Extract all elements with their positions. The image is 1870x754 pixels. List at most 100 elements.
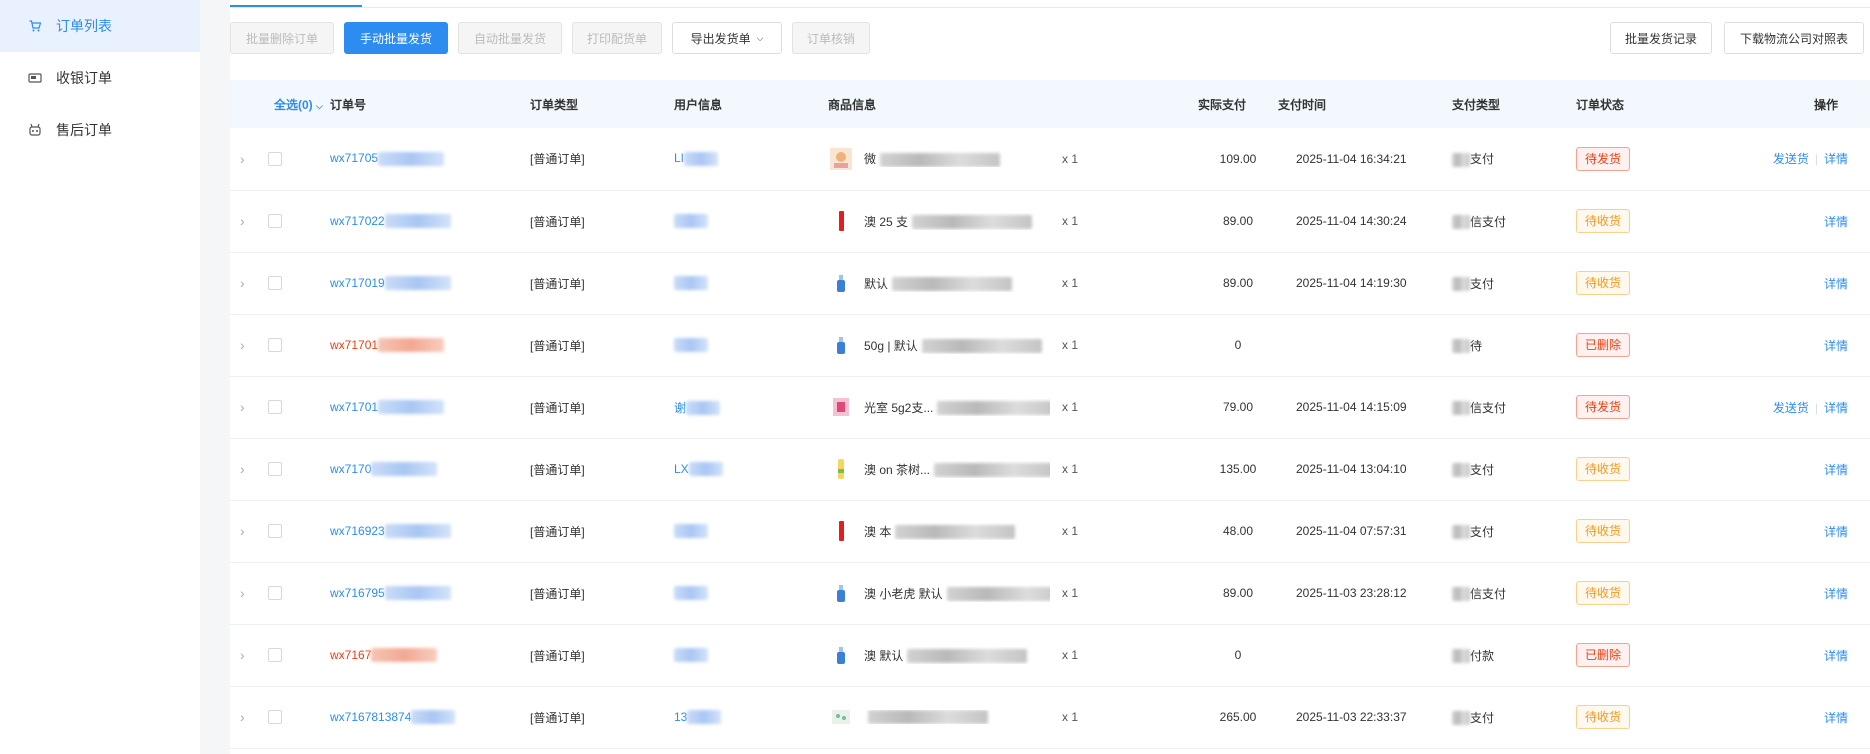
detail-link[interactable]: 详情 <box>1824 339 1848 353</box>
table-row[interactable]: › wx71705 [普通订单] LI 微 x 1 109.00 2025-11-04 16:… <box>230 128 1870 190</box>
order-no-cell[interactable]: wx717022 <box>330 190 530 252</box>
auto-batch-ship-button[interactable]: 自动批量发货 <box>458 22 562 54</box>
table-row[interactable]: › wx716923 [普通订单] 澳 本 x 1 48.00 2025-11-04 07:… <box>230 500 1870 562</box>
table-row[interactable]: › wx717022 [普通订单] 澳 25 支 x 1 89.00 2025-11-04 … <box>230 190 1870 252</box>
order-no-cell[interactable]: wx71701 <box>330 314 530 376</box>
order-no-cell[interactable]: wx717019 <box>330 252 530 314</box>
order-no-link[interactable]: wx717022 <box>330 214 385 228</box>
row-checkbox[interactable] <box>268 462 282 477</box>
row-checkbox[interactable] <box>268 648 282 663</box>
detail-link[interactable]: 详情 <box>1824 463 1848 477</box>
goods-info-cell: 微 x 1 <box>828 128 1198 190</box>
user-info-cell[interactable] <box>674 252 828 314</box>
batch-ship-records-button[interactable]: 批量发货记录 <box>1610 22 1712 54</box>
row-checkbox[interactable] <box>268 276 282 291</box>
row-checkbox[interactable] <box>268 524 282 539</box>
batch-delete-button[interactable]: 批量删除订单 <box>230 22 334 54</box>
row-checkbox[interactable] <box>268 586 282 601</box>
expand-row-toggle[interactable]: › <box>230 128 264 190</box>
order-no-link[interactable]: wx7167813874 <box>330 710 411 724</box>
row-checkbox[interactable] <box>268 400 282 415</box>
expand-row-toggle[interactable]: › <box>230 190 264 252</box>
table-row[interactable]: › wx717019 [普通订单] 默认 x 1 89.00 2025-11-04 14:1… <box>230 252 1870 314</box>
manual-batch-ship-button[interactable]: 手动批量发货 <box>344 22 448 54</box>
expand-row-toggle[interactable]: › <box>230 376 264 438</box>
expand-row-toggle[interactable]: › <box>230 500 264 562</box>
order-no-link[interactable]: wx716923 <box>330 524 385 538</box>
user-info-cell[interactable]: 13 <box>674 686 828 748</box>
sidebar-item-aftersale-orders[interactable]: 售后订单 <box>0 104 200 156</box>
order-no-cell[interactable]: wx7170 <box>330 438 530 500</box>
table-row[interactable]: › wx7170 [普通订单] LX 澳 on 茶树... x 1 135.00 2025-1… <box>230 438 1870 500</box>
row-select-cell[interactable] <box>264 562 330 624</box>
detail-link[interactable]: 详情 <box>1824 525 1848 539</box>
row-checkbox[interactable] <box>268 710 282 725</box>
expand-row-toggle[interactable]: › <box>230 686 264 748</box>
expand-row-toggle[interactable]: › <box>230 252 264 314</box>
expand-row-toggle[interactable]: › <box>230 624 264 686</box>
user-info-cell[interactable]: LX <box>674 438 828 500</box>
expand-row-toggle[interactable]: › <box>230 314 264 376</box>
order-no-link[interactable]: wx7167 <box>330 648 371 662</box>
row-select-cell[interactable] <box>264 438 330 500</box>
order-verify-button[interactable]: 订单核销 <box>792 22 870 54</box>
user-info-cell[interactable] <box>674 314 828 376</box>
row-select-cell[interactable] <box>264 624 330 686</box>
user-info-cell[interactable]: LI <box>674 128 828 190</box>
row-select-cell[interactable] <box>264 686 330 748</box>
user-name-link[interactable]: LI <box>674 151 684 165</box>
row-select-cell[interactable] <box>264 190 330 252</box>
ship-link[interactable]: 发送货 <box>1773 152 1809 166</box>
select-all-dropdown[interactable]: 全选(0) ⌵ <box>264 80 330 128</box>
sidebar-item-cashier-orders[interactable]: 收银订单 <box>0 52 200 104</box>
row-select-cell[interactable] <box>264 500 330 562</box>
user-info-cell[interactable] <box>674 500 828 562</box>
order-no-link[interactable]: wx71701 <box>330 338 378 352</box>
expand-row-toggle[interactable]: › <box>230 438 264 500</box>
row-checkbox[interactable] <box>268 152 282 167</box>
download-logistics-table-button[interactable]: 下载物流公司对照表 <box>1724 22 1864 54</box>
order-no-cell[interactable]: wx71701 <box>330 376 530 438</box>
row-select-cell[interactable] <box>264 128 330 190</box>
print-picking-list-button[interactable]: 打印配货单 <box>572 22 662 54</box>
table-row[interactable]: › wx71701 [普通订单] 谢 光室 5g2支... x 1 79.00 2025-11… <box>230 376 1870 438</box>
table-row[interactable]: › wx716795 [普通订单] 澳 小老虎 默认 x 1 89.00 2025-11-0… <box>230 562 1870 624</box>
row-select-cell[interactable] <box>264 252 330 314</box>
order-no-cell[interactable]: wx71705 <box>330 128 530 190</box>
user-info-cell[interactable] <box>674 624 828 686</box>
detail-link[interactable]: 详情 <box>1824 649 1848 663</box>
user-info-cell[interactable]: 谢 <box>674 376 828 438</box>
order-no-cell[interactable]: wx7167 <box>330 624 530 686</box>
user-info-cell[interactable] <box>674 562 828 624</box>
detail-link[interactable]: 详情 <box>1824 711 1848 725</box>
detail-link[interactable]: 详情 <box>1824 152 1848 166</box>
row-select-cell[interactable] <box>264 314 330 376</box>
user-info-cell[interactable] <box>674 190 828 252</box>
row-checkbox[interactable] <box>268 214 282 229</box>
user-name-link[interactable]: 谢 <box>674 401 686 415</box>
user-name-link[interactable]: LX <box>674 462 689 476</box>
order-no-link[interactable]: wx716795 <box>330 586 385 600</box>
expand-row-toggle[interactable]: › <box>230 562 264 624</box>
order-no-cell[interactable]: wx7167813874 <box>330 686 530 748</box>
redacted-order-suffix <box>378 400 445 415</box>
order-no-cell[interactable]: wx716795 <box>330 562 530 624</box>
table-row[interactable]: › wx7167813874 [普通订单] 13 x 1 265.00 2025-11-03… <box>230 686 1870 748</box>
table-row[interactable]: › wx7167 [普通订单] 澳 默认 x 1 0 付款 已删除 详情 <box>230 624 1870 686</box>
order-no-link[interactable]: wx7170 <box>330 462 371 476</box>
export-shipping-list-dropdown[interactable]: 导出发货单 ⌵ <box>672 22 782 54</box>
row-checkbox[interactable] <box>268 338 282 353</box>
order-no-link[interactable]: wx717019 <box>330 276 385 290</box>
user-name-link[interactable]: 13 <box>674 710 687 724</box>
ship-link[interactable]: 发送货 <box>1773 401 1809 415</box>
row-select-cell[interactable] <box>264 376 330 438</box>
order-no-link[interactable]: wx71705 <box>330 151 378 165</box>
detail-link[interactable]: 详情 <box>1824 587 1848 601</box>
table-row[interactable]: › wx71701 [普通订单] 50g | 默认 x 1 0 待 已删除 详情 <box>230 314 1870 376</box>
sidebar-item-order-list[interactable]: 订单列表 <box>0 0 200 52</box>
detail-link[interactable]: 详情 <box>1824 277 1848 291</box>
order-no-cell[interactable]: wx716923 <box>330 500 530 562</box>
order-no-link[interactable]: wx71701 <box>330 400 378 414</box>
detail-link[interactable]: 详情 <box>1824 215 1848 229</box>
detail-link[interactable]: 详情 <box>1824 401 1848 415</box>
